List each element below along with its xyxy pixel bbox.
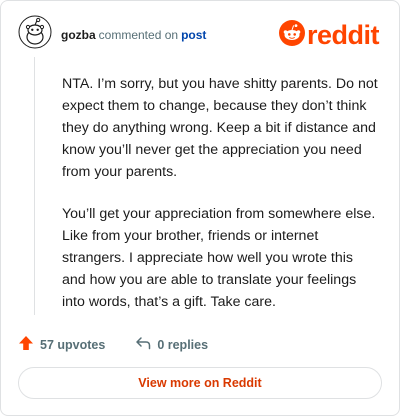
reddit-snoo-icon [279, 20, 305, 51]
upvote-stat[interactable]: 57 upvotes [18, 335, 105, 354]
username[interactable]: gozba [61, 28, 96, 42]
replies-stat[interactable]: 0 replies [135, 336, 208, 353]
view-more-button[interactable]: View more on Reddit [18, 367, 382, 399]
replies-count: 0 replies [157, 337, 209, 352]
thread-line [34, 57, 35, 315]
comment-header: gozba commented on post [61, 28, 206, 42]
reddit-wordmark: reddit [307, 20, 380, 50]
commented-on-text: commented on [98, 28, 179, 42]
post-link[interactable]: post [181, 28, 206, 42]
comment-paragraph: You’ll get your appreciation from somewh… [62, 206, 376, 310]
comment-stats: 57 upvotes 0 replies [18, 335, 208, 354]
reply-arrow-icon[interactable] [135, 336, 157, 353]
comment-embed-card: gozba commented on post reddit NTA. I’m so… [0, 0, 400, 416]
comment-paragraph: NTA. I’m sorry, but you have shitty pare… [62, 76, 378, 180]
upvote-arrow-icon[interactable] [18, 335, 40, 354]
comment-body: NTA. I’m sorry, but you have shitty pare… [62, 73, 380, 333]
snoo-avatar-icon[interactable] [18, 15, 52, 49]
reddit-logo[interactable]: reddit [279, 20, 380, 51]
upvote-count: 57 upvotes [40, 337, 106, 352]
